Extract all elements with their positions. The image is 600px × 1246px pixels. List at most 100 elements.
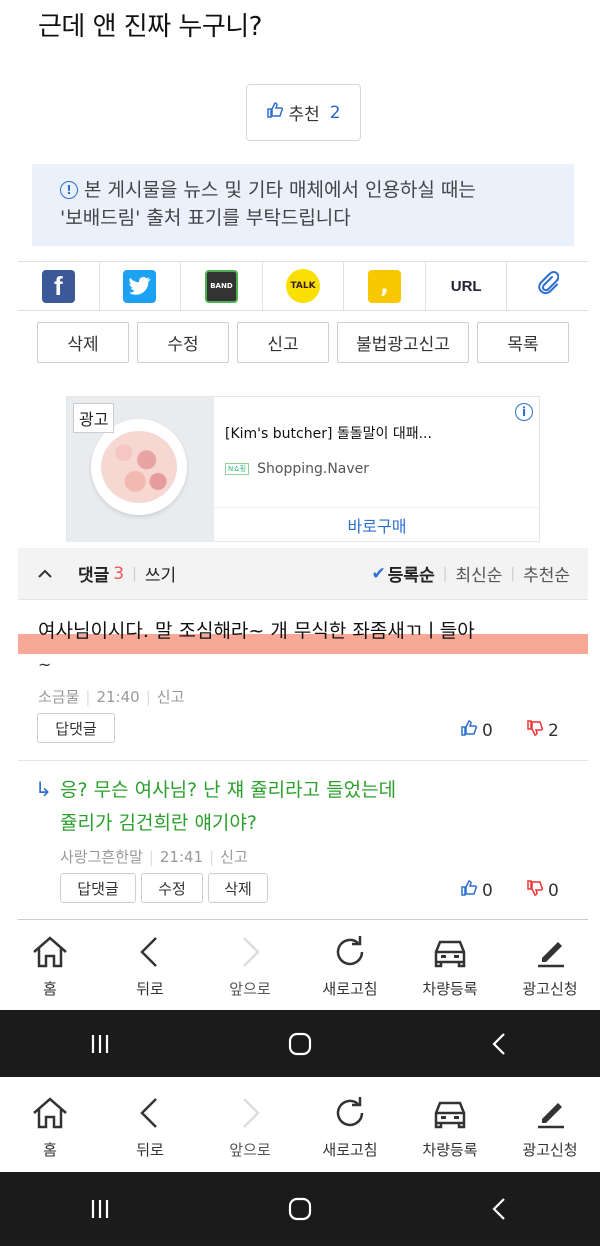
reply-button[interactable]: 답댓글 xyxy=(37,713,115,743)
chevron-right-icon xyxy=(243,936,260,967)
ad-info-icon[interactable]: i xyxy=(515,403,533,421)
nav-refresh[interactable]: 새로고침 xyxy=(300,922,400,1008)
home-button-icon[interactable] xyxy=(285,1029,315,1059)
upvote[interactable]: 0 xyxy=(460,719,493,742)
delete-button[interactable]: 삭제 xyxy=(37,322,129,363)
upvote-count: 0 xyxy=(482,720,493,741)
chevron-up-icon[interactable] xyxy=(38,564,52,583)
reply-reply-button[interactable]: 답댓글 xyxy=(60,873,136,903)
system-nav-bar-2 xyxy=(0,1172,600,1246)
nav-home[interactable]: 홈 xyxy=(0,922,100,1008)
back-button-icon[interactable] xyxy=(485,1029,515,1059)
comments-header: 댓글 3 | 쓰기 ✔ 등록순 | 최신순 | 추천순 xyxy=(18,548,588,600)
nav-ad-label: 광고신청 xyxy=(522,979,578,998)
chevron-right-icon xyxy=(243,1097,260,1128)
car-icon xyxy=(434,940,466,967)
thumbs-down-icon xyxy=(526,879,544,902)
bottom-nav-2: 홈 뒤로 앞으로 새로고침 차량등록 광고신청 xyxy=(0,1080,600,1172)
car-icon xyxy=(434,1101,466,1128)
nav-ad-label: 광고신청 xyxy=(522,1140,578,1159)
chevron-left-icon xyxy=(140,1097,157,1128)
nav-car[interactable]: 차량등록 xyxy=(400,922,500,1008)
nav-back-label: 뒤로 xyxy=(136,979,164,998)
list-button[interactable]: 목록 xyxy=(477,322,569,363)
write-comment-link[interactable]: 쓰기 xyxy=(145,561,176,586)
nav-home[interactable]: 홈 xyxy=(0,1080,100,1172)
nav-forward[interactable]: 앞으로 xyxy=(200,922,300,1008)
reply-line-2: 쥴리가 김건희란 얘기야? xyxy=(60,812,257,834)
nav-refresh-label: 새로고침 xyxy=(322,1140,378,1159)
thumbs-down-icon xyxy=(526,719,544,742)
sort-registered[interactable]: 등록순 xyxy=(388,561,435,586)
nav-back[interactable]: 뒤로 xyxy=(100,1080,200,1172)
recent-apps-icon[interactable] xyxy=(85,1029,115,1059)
nav-ad[interactable]: 광고신청 xyxy=(500,1080,600,1172)
nav-refresh-label: 새로고침 xyxy=(322,979,378,998)
info-icon: ! xyxy=(60,181,78,199)
notice-line-2: '보배드림' 출처 표기를 부탁드립니다 xyxy=(60,207,351,229)
buy-now-button[interactable]: 바로구매 xyxy=(214,507,540,542)
system-nav-bar xyxy=(0,1010,600,1077)
nav-home-label: 홈 xyxy=(43,1140,57,1159)
comments-count: 3 xyxy=(113,563,125,584)
reply-report[interactable]: 신고 xyxy=(220,846,248,867)
share-kakaotalk[interactable]: TALK xyxy=(263,262,345,310)
share-facebook[interactable]: f xyxy=(18,262,100,310)
refresh-icon xyxy=(336,935,364,965)
nav-ad[interactable]: 광고신청 xyxy=(500,922,600,1008)
comments-label: 댓글 xyxy=(78,566,110,586)
recommend-button[interactable]: 추천 2 xyxy=(246,84,361,141)
thumbs-up-icon xyxy=(460,879,478,902)
separator: | xyxy=(510,565,516,582)
recommend-label: 추천 xyxy=(288,105,320,125)
pencil-icon xyxy=(538,941,564,967)
chevron-left-icon xyxy=(140,936,157,967)
ad-title: [Kim's butcher] 돌돌말이 대패... xyxy=(225,426,432,442)
reply-meta: 사랑그흔한말 | 21:41 | 신고 xyxy=(60,846,248,867)
home-icon xyxy=(33,935,67,967)
illegal-ad-report-button[interactable]: 불법광고신고 xyxy=(337,322,469,363)
separator: | xyxy=(442,565,448,582)
share-url[interactable]: URL xyxy=(426,262,508,310)
reply-arrow-icon: ↳ xyxy=(35,777,52,801)
sort-latest[interactable]: 최신순 xyxy=(455,561,502,586)
share-attach[interactable] xyxy=(507,262,588,310)
sort-recommend[interactable]: 추천순 xyxy=(523,561,570,586)
share-twitter[interactable] xyxy=(100,262,182,310)
report-button[interactable]: 신고 xyxy=(237,322,329,363)
share-kakaostory[interactable]: , xyxy=(344,262,426,310)
recent-apps-icon[interactable] xyxy=(85,1194,115,1224)
nav-car[interactable]: 차량등록 xyxy=(400,1080,500,1172)
bottom-nav: 홈 뒤로 앞으로 새로고침 차량등록 광고신청 xyxy=(0,922,600,1008)
divider xyxy=(18,760,588,761)
comment-time: 21:40 xyxy=(96,687,140,706)
citation-notice: ! 본 게시물을 뉴스 및 기타 매체에서 인용하실 때는 '보배드림' 출처 표… xyxy=(32,164,574,246)
comment-author[interactable]: 소금물 xyxy=(38,686,79,707)
nav-forward[interactable]: 앞으로 xyxy=(200,1080,300,1172)
kakaotalk-icon: TALK xyxy=(286,269,321,303)
comment-report[interactable]: 신고 xyxy=(157,686,185,707)
reply-line-1: 응? 무슨 여사님? 난 쟤 쥴리라고 들었는데 xyxy=(60,779,397,801)
share-bar: f BAND TALK , URL xyxy=(18,261,588,311)
reply-delete-button[interactable]: 삭제 xyxy=(208,873,268,903)
nav-refresh[interactable]: 새로고침 xyxy=(300,1080,400,1172)
reply-author[interactable]: 사랑그흔한말 xyxy=(60,846,143,867)
nav-back[interactable]: 뒤로 xyxy=(100,922,200,1008)
nav-car-label: 차량등록 xyxy=(422,1140,478,1159)
page-title: 근데 앤 진짜 누구니? xyxy=(38,12,262,42)
reply-downvote[interactable]: 0 xyxy=(526,879,559,902)
ad-banner[interactable]: 광고 [Kim's butcher] 돌돌말이 대패... N쇼핑 Shoppi… xyxy=(66,396,540,542)
reply-upvote[interactable]: 0 xyxy=(460,879,493,902)
downvote-count: 2 xyxy=(548,720,559,741)
downvote[interactable]: 2 xyxy=(526,719,559,742)
back-button-icon[interactable] xyxy=(485,1194,515,1224)
twitter-icon xyxy=(123,269,157,303)
reply-edit-button[interactable]: 수정 xyxy=(141,873,203,903)
url-label: URL xyxy=(450,277,482,295)
edit-button[interactable]: 수정 xyxy=(137,322,229,363)
nav-forward-label: 앞으로 xyxy=(229,979,271,998)
home-button-icon[interactable] xyxy=(285,1194,315,1224)
comment-text: 여사님이시다. 말 조심해라~ 개 무식한 좌좀새ㄲㅣ들아 xyxy=(38,620,475,642)
share-band[interactable]: BAND xyxy=(181,262,263,310)
kakaostory-icon: , xyxy=(368,269,402,303)
